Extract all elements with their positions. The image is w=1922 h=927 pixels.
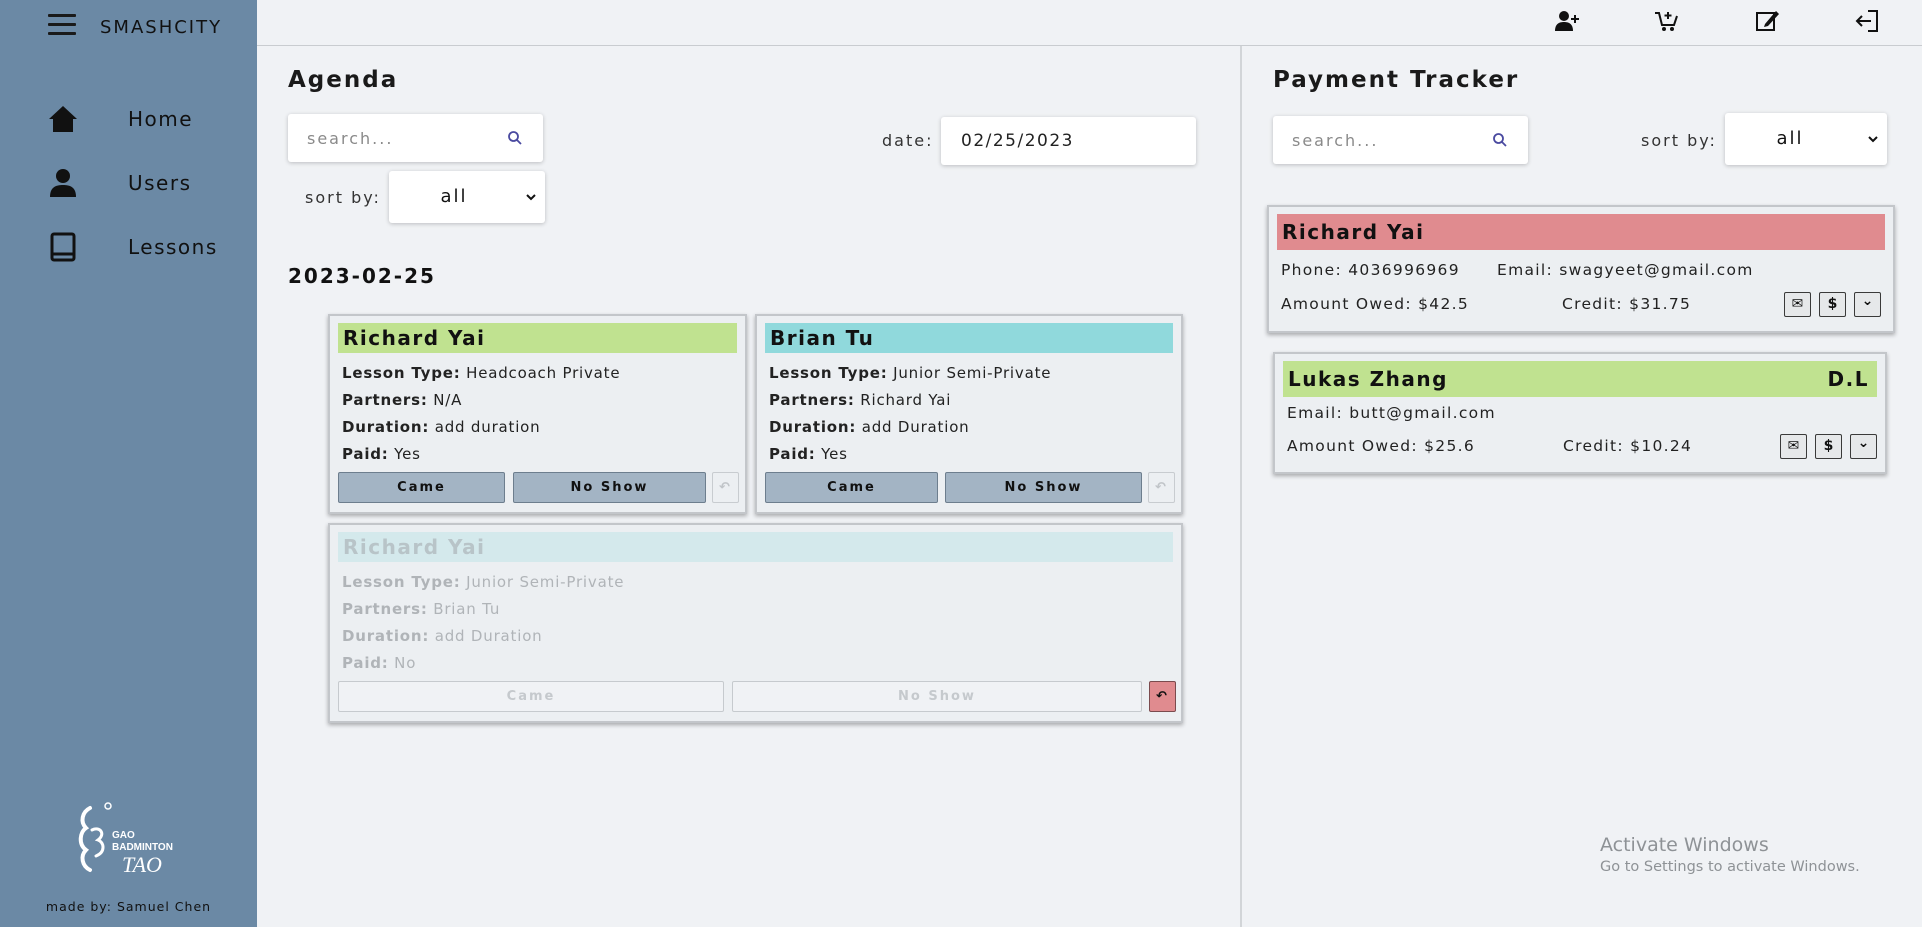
chevron-down-icon — [526, 194, 536, 201]
chevron-down-icon — [1868, 136, 1878, 143]
payment-sort-select[interactable]: all — [1725, 113, 1887, 165]
date-label: date: — [882, 131, 934, 150]
sidebar-item-users[interactable]: Users — [0, 158, 257, 208]
lesson-card: Richard Yai Lesson Type: Junior Semi-Pri… — [328, 523, 1183, 723]
mail-icon[interactable]: ✉ — [1784, 292, 1811, 317]
undo-button[interactable]: ↶ — [1149, 681, 1176, 712]
sidebar-item-label: Users — [128, 171, 192, 195]
gao-badminton-tao-logo: GAO BADMINTON TAO — [78, 802, 173, 877]
agenda-search — [288, 114, 543, 162]
menu-icon[interactable] — [48, 14, 76, 38]
sort-label: sort by: — [305, 188, 381, 207]
logout-icon[interactable] — [1852, 6, 1882, 36]
search-icon[interactable] — [507, 130, 523, 146]
paid-row: Paid: Yes — [769, 445, 848, 463]
sort-value: all — [440, 186, 468, 207]
partners-row: Partners: Brian Tu — [342, 600, 501, 618]
search-icon[interactable] — [1492, 132, 1508, 148]
edit-icon[interactable] — [1752, 6, 1782, 36]
windows-activation-watermark: Activate Windows Go to Settings to activ… — [1600, 834, 1860, 875]
watermark-title: Activate Windows — [1600, 834, 1769, 856]
lesson-student-name: Richard Yai — [338, 532, 1173, 562]
partners-row: Partners: Richard Yai — [769, 391, 952, 409]
came-button[interactable]: Came — [338, 472, 505, 503]
payment-card: Lukas Zhang D.L Email: butt@gmail.com Am… — [1273, 352, 1887, 474]
agenda-search-input[interactable] — [288, 114, 488, 162]
panel-divider — [1240, 46, 1242, 927]
undo-button[interactable]: ↶ — [712, 472, 739, 503]
lesson-type-row: Lesson Type: Headcoach Private — [342, 364, 621, 382]
book-icon — [50, 232, 76, 262]
lesson-type-row: Lesson Type: Junior Semi-Private — [769, 364, 1052, 382]
sidebar-item-home[interactable]: Home — [0, 94, 257, 144]
agenda-sort-select[interactable]: all — [389, 171, 545, 223]
email-text: Email: swagyeet@gmail.com — [1497, 261, 1754, 279]
lesson-student-name: Brian Tu — [765, 323, 1173, 353]
no-show-button[interactable]: No Show — [732, 681, 1142, 712]
customer-badge: D.L — [1827, 367, 1869, 391]
undo-button[interactable]: ↶ — [1148, 472, 1175, 503]
chevron-down-icon[interactable]: ⌄ — [1850, 434, 1877, 459]
amount-owed-text: Amount Owed: $25.6 — [1287, 437, 1476, 455]
cart-add-icon[interactable] — [1652, 6, 1682, 36]
lesson-card: Richard Yai Lesson Type: Headcoach Priva… — [328, 314, 747, 514]
top-bar — [257, 0, 1922, 46]
credit-text: Credit: $10.24 — [1563, 437, 1693, 455]
svg-text:TAO: TAO — [122, 852, 162, 877]
lesson-card: Brian Tu Lesson Type: Junior Semi-Privat… — [755, 314, 1183, 514]
payment-tracker-title: Payment Tracker — [1273, 67, 1520, 93]
payment-search-input[interactable] — [1273, 116, 1473, 164]
dollar-icon[interactable]: $ — [1819, 292, 1846, 317]
sidebar-item-label: Lessons — [128, 235, 218, 259]
user-icon — [50, 169, 76, 197]
home-icon — [49, 106, 77, 132]
dollar-icon[interactable]: $ — [1815, 434, 1842, 459]
agenda-title: Agenda — [288, 67, 399, 93]
credit-text: Credit: $31.75 — [1562, 295, 1692, 313]
mail-icon[interactable]: ✉ — [1780, 434, 1807, 459]
paid-row: Paid: Yes — [342, 445, 421, 463]
payment-customer-name: Lukas Zhang — [1288, 367, 1448, 391]
partners-row: Partners: N/A — [342, 391, 463, 409]
watermark-subtitle: Go to Settings to activate Windows. — [1600, 859, 1860, 875]
agenda-date-heading: 2023-02-25 — [288, 264, 436, 288]
chevron-down-icon[interactable]: ⌄ — [1854, 292, 1881, 317]
duration-row: Duration: add Duration — [769, 418, 970, 436]
payment-customer-name-bar: Lukas Zhang D.L — [1283, 361, 1877, 397]
paid-row: Paid: No — [342, 654, 417, 672]
sidebar-item-lessons[interactable]: Lessons — [0, 222, 257, 272]
sidebar-item-label: Home — [128, 107, 194, 131]
came-button[interactable]: Came — [338, 681, 724, 712]
payment-card: Richard Yai Phone: 4036996969 Email: swa… — [1267, 205, 1895, 333]
duration-row: Duration: add duration — [342, 418, 541, 436]
duration-row: Duration: add Duration — [342, 627, 543, 645]
date-field[interactable]: 02/25/2023 — [941, 117, 1196, 165]
brand-name: SMASHCITY — [100, 17, 223, 38]
payment-customer-name: Richard Yai — [1277, 214, 1885, 250]
sort-value: all — [1776, 128, 1804, 149]
credit-text: made by: Samuel Chen — [45, 899, 212, 914]
svg-text:GAO: GAO — [112, 830, 135, 841]
amount-owed-text: Amount Owed: $42.5 — [1281, 295, 1470, 313]
lesson-student-name: Richard Yai — [338, 323, 737, 353]
no-show-button[interactable]: No Show — [945, 472, 1142, 503]
came-button[interactable]: Came — [765, 472, 938, 503]
phone-text: Phone: 4036996969 — [1281, 261, 1460, 279]
add-user-icon[interactable] — [1552, 6, 1582, 36]
sidebar: SMASHCITY Home Users Lessons GAO BADMINT… — [0, 0, 257, 927]
payment-search — [1273, 116, 1528, 164]
sort-label: sort by: — [1641, 131, 1717, 150]
lesson-type-row: Lesson Type: Junior Semi-Private — [342, 573, 625, 591]
no-show-button[interactable]: No Show — [513, 472, 706, 503]
email-text: Email: butt@gmail.com — [1287, 404, 1496, 422]
